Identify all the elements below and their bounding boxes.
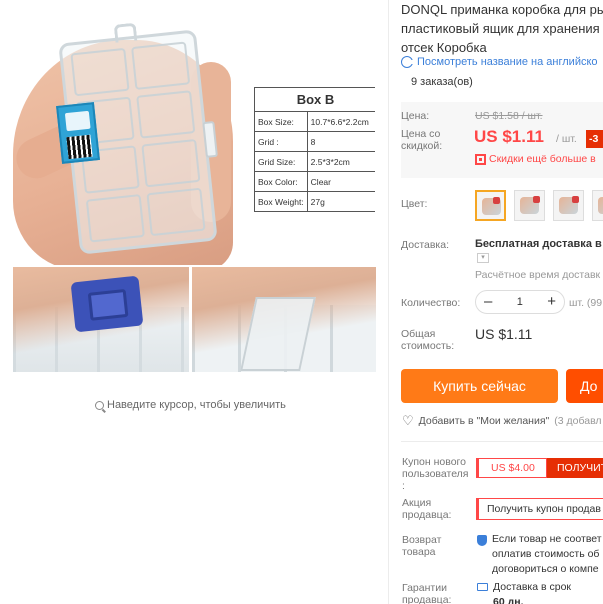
quantity-label: Количество: xyxy=(401,297,461,309)
app-promo-link[interactable]: Скидки ещё больше в xyxy=(475,153,596,165)
discount-price-label: Цена со скидкой: xyxy=(401,128,443,152)
spec-key: Grid : xyxy=(254,131,308,152)
color-swatch[interactable] xyxy=(514,190,545,221)
returns-text: Если товар не соответ оплатив стоимость … xyxy=(492,533,602,575)
color-label: Цвет: xyxy=(401,198,428,210)
delivery-time: Расчётное время доставк xyxy=(475,269,601,281)
qr-code-icon xyxy=(66,134,93,160)
thumbnail-image-divider[interactable] xyxy=(192,267,376,372)
get-coupon-button[interactable]: ПОЛУЧИТ xyxy=(547,458,603,478)
title-line: пластиковый ящик для хранения xyxy=(401,21,600,36)
spec-key: Grid Size: xyxy=(254,151,308,172)
translate-link[interactable]: Посмотреть название на английско xyxy=(401,56,598,68)
spec-row: Grid : 8 xyxy=(254,131,375,152)
spec-value: Clear xyxy=(306,171,375,192)
total-label: Общая стоимость: xyxy=(401,328,455,352)
thumbnail-image-latch[interactable] xyxy=(13,267,189,372)
sale-price: US $1.11 xyxy=(474,127,544,146)
translate-icon xyxy=(401,56,415,68)
color-swatches xyxy=(475,190,603,221)
quantity-stepper: – 1 + xyxy=(475,290,565,314)
spec-row: Grid Size: 2.5*3*2cm xyxy=(254,151,375,172)
blue-latch-image xyxy=(70,275,144,333)
spec-value: 8 xyxy=(306,131,375,152)
wishlist-text: Добавить в "Мои желания" xyxy=(418,415,550,427)
shipping-option[interactable]: Бесплатная доставка в Р xyxy=(475,238,603,250)
old-price: US $1.58 / шт. xyxy=(475,110,543,122)
wishlist-count: (3 добавл xyxy=(554,415,602,427)
color-swatch[interactable] xyxy=(475,190,506,221)
product-title: DONQL приманка коробка для ры пластиковы… xyxy=(401,0,603,57)
spec-key: Box Color: xyxy=(254,171,308,192)
spec-value: 10.7*6.6*2.2cm xyxy=(306,111,375,132)
spec-key: Box Size: xyxy=(254,111,308,132)
spec-value: 2.5*3*2cm xyxy=(306,151,375,172)
discount-badge: -3 xyxy=(586,130,603,148)
box-hook xyxy=(113,22,138,43)
quantity-increase-button[interactable]: + xyxy=(547,292,556,312)
quantity-decrease-button[interactable]: – xyxy=(484,292,492,312)
translate-link-text: Посмотреть название на английско xyxy=(417,56,598,68)
main-product-image[interactable]: Box B Box Size: 10.7*6.6*2.2cm Grid : 8 … xyxy=(13,12,375,265)
spec-row: Box Color: Clear xyxy=(254,171,375,192)
returns-label: Возврат товара xyxy=(402,534,442,558)
spec-row: Box Size: 10.7*6.6*2.2cm xyxy=(254,111,375,132)
product-info-panel: DONQL приманка коробка для ры пластиковы… xyxy=(401,0,603,604)
quantity-input[interactable]: 1 xyxy=(517,296,523,308)
total-price: US $1.11 xyxy=(475,326,533,342)
spec-key: Box Weight: xyxy=(254,191,308,212)
orders-count: 9 заказа(ов) xyxy=(411,76,473,88)
buy-now-button[interactable]: Купить сейчас xyxy=(401,369,558,403)
seller-promo-label: Акция продавца: xyxy=(402,497,452,521)
title-line: отсек Коробка xyxy=(401,40,487,55)
guarantee-label: Гарантии продавца: xyxy=(402,582,452,604)
shipping-label: Доставка: xyxy=(401,239,450,251)
color-swatch[interactable] xyxy=(553,190,584,221)
zoom-hint-text: Наведите курсор, чтобы увеличить xyxy=(107,399,286,411)
brand-logo xyxy=(64,110,91,132)
price-unit: / шт. xyxy=(556,133,577,145)
new-user-coupon-value: US $4.00 xyxy=(476,458,547,478)
truck-icon xyxy=(477,583,488,591)
heart-icon: ♡ xyxy=(402,413,414,428)
column-divider xyxy=(388,0,389,604)
app-promo-text: Скидки ещё больше в xyxy=(489,153,596,165)
section-divider xyxy=(401,441,603,442)
magnifier-icon xyxy=(95,400,104,410)
spec-table: Box B Box Size: 10.7*6.6*2.2cm Grid : 8 … xyxy=(254,87,375,212)
chevron-down-icon[interactable]: ▾ xyxy=(477,253,489,263)
qr-icon xyxy=(475,153,486,165)
new-user-coupon-label: Купон нового пользователя : xyxy=(402,456,469,492)
color-swatch[interactable] xyxy=(592,190,603,221)
zoom-hint: Наведите курсор, чтобы увеличить xyxy=(95,399,286,411)
guarantee-text: Доставка в срок 60 дн. xyxy=(493,581,572,604)
title-line: DONQL приманка коробка для ры xyxy=(401,2,603,17)
price-label: Цена: xyxy=(401,110,430,122)
spec-table-title: Box B xyxy=(254,87,375,112)
quantity-available: шт. (99 xyxy=(569,297,603,309)
spec-value: 27g xyxy=(306,191,375,212)
add-to-cart-button[interactable]: До xyxy=(566,369,603,403)
seller-coupon-button[interactable]: Получить купон продав xyxy=(476,498,603,520)
add-to-wishlist[interactable]: ♡ Добавить в "Мои желания" (3 добавл xyxy=(402,413,602,428)
spec-row: Box Weight: 27g xyxy=(254,191,375,212)
qr-sticker xyxy=(56,102,100,164)
